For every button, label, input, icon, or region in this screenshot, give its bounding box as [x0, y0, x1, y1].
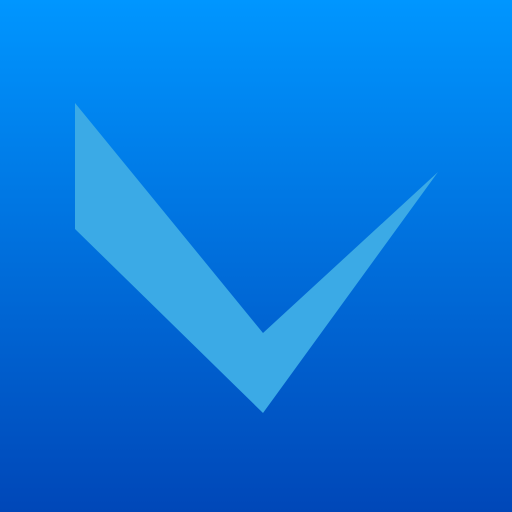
- icon-background: [0, 0, 512, 512]
- app-icon: [0, 0, 512, 512]
- app-icon-canvas: [0, 0, 512, 512]
